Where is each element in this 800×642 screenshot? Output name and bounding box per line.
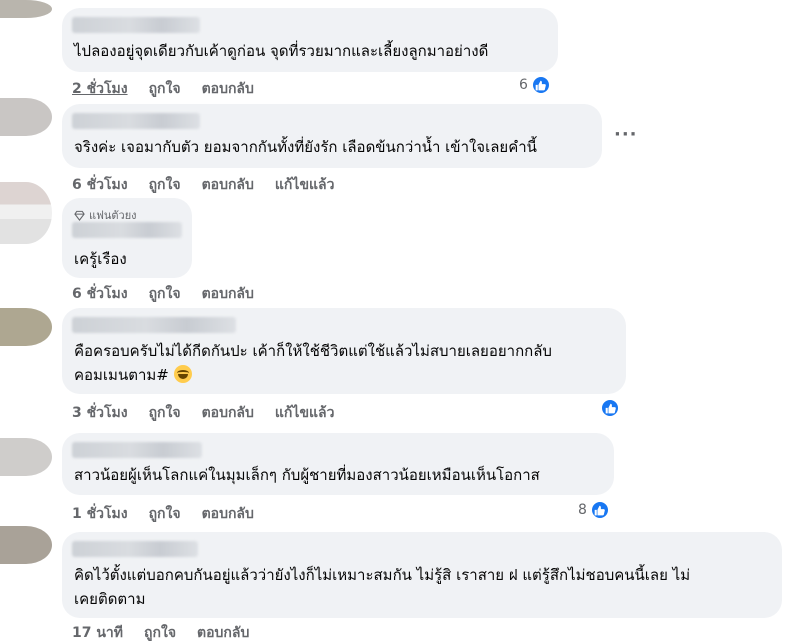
like-reaction-icon bbox=[600, 398, 620, 418]
comment-text: เคยติดตาม bbox=[74, 590, 146, 608]
like-action[interactable]: ถูกใจ bbox=[149, 174, 181, 196]
comment-text: คอมเมนตาม# bbox=[74, 364, 192, 387]
edited-label[interactable]: แก้ไขแล้ว bbox=[275, 174, 335, 196]
comment-bubble: จริงค่ะ เจอมากับตัว ยอมจากกันทั้งที่ยังร… bbox=[62, 104, 602, 168]
comment-text-line: คอมเมนตาม# bbox=[74, 366, 169, 384]
comment-text: คือครอบครับไม่ได้กีดกันปะ เค้าก็ให้ใช้ชี… bbox=[74, 342, 552, 360]
like-action[interactable]: ถูกใจ bbox=[144, 622, 176, 642]
reply-action[interactable]: ตอบกลับ bbox=[202, 174, 254, 196]
reaction-count-value: 8 bbox=[578, 502, 587, 518]
author-name-blurred[interactable] bbox=[72, 17, 200, 33]
diamond-icon bbox=[74, 210, 85, 221]
timestamp-link[interactable]: 17 นาที bbox=[72, 622, 123, 642]
comment-text: คิดไว้ตั้งแต่บอกคบกันอยู่แล้วว่ายังไงก็ไ… bbox=[74, 566, 691, 584]
timestamp-link[interactable]: 1 ชั่วโมง bbox=[72, 503, 128, 525]
avatar[interactable] bbox=[0, 526, 52, 564]
comment-text: เครู้เรือง bbox=[74, 250, 127, 268]
edited-label[interactable]: แก้ไขแล้ว bbox=[275, 402, 335, 424]
comment-actions: 6 ชั่วโมง ถูกใจ ตอบกลับ แก้ไขแล้ว bbox=[72, 174, 334, 196]
like-action[interactable]: ถูกใจ bbox=[149, 78, 181, 100]
like-action[interactable]: ถูกใจ bbox=[149, 503, 181, 525]
comment-actions: 2 ชั่วโมง ถูกใจ ตอบกลับ bbox=[72, 78, 254, 100]
author-name-blurred[interactable] bbox=[72, 317, 236, 333]
like-reaction-icon bbox=[530, 75, 551, 95]
reply-action[interactable]: ตอบกลับ bbox=[202, 503, 254, 525]
like-reaction-icon bbox=[589, 500, 610, 520]
reply-action[interactable]: ตอบกลับ bbox=[202, 402, 254, 424]
comment-text: ไปลองอยู่จุดเดียวกับเค้าดูก่อน จุดที่รวย… bbox=[74, 42, 489, 60]
like-action[interactable]: ถูกใจ bbox=[149, 402, 181, 424]
comment-actions: 1 ชั่วโมง ถูกใจ ตอบกลับ bbox=[72, 503, 254, 525]
reaction-count[interactable] bbox=[600, 398, 620, 418]
avatar[interactable] bbox=[0, 98, 52, 136]
reply-action[interactable]: ตอบกลับ bbox=[202, 78, 254, 100]
reaction-count-value: 6 bbox=[519, 77, 528, 93]
comment-actions: 17 นาที ถูกใจ ตอบกลับ bbox=[72, 622, 249, 642]
like-action[interactable]: ถูกใจ bbox=[149, 283, 181, 305]
comment-bubble: สาวน้อยผู้เห็นโลกแค่ในมุมเล็กๆ กับผู้ชาย… bbox=[62, 433, 614, 495]
avatar[interactable] bbox=[0, 438, 52, 476]
avatar[interactable] bbox=[0, 308, 52, 346]
avatar[interactable] bbox=[0, 182, 52, 244]
comment-bubble: คือครอบครับไม่ได้กีดกันปะ เค้าก็ให้ใช้ชี… bbox=[62, 308, 626, 394]
reply-action[interactable]: ตอบกลับ bbox=[202, 283, 254, 305]
reply-action[interactable]: ตอบกลับ bbox=[197, 622, 249, 642]
laughing-emoji-icon bbox=[173, 365, 192, 383]
author-name-blurred[interactable] bbox=[72, 541, 198, 557]
reaction-count[interactable]: 8 bbox=[578, 500, 610, 520]
comment-text: จริงค่ะ เจอมากับตัว ยอมจากกันทั้งที่ยังร… bbox=[74, 138, 537, 156]
comment-actions: 3 ชั่วโมง ถูกใจ ตอบกลับ แก้ไขแล้ว bbox=[72, 402, 334, 424]
comment-bubble: ไปลองอยู่จุดเดียวกับเค้าดูก่อน จุดที่รวย… bbox=[62, 8, 558, 72]
comment-bubble: คิดไว้ตั้งแต่บอกคบกันอยู่แล้วว่ายังไงก็ไ… bbox=[62, 532, 782, 618]
comment-bubble: แฟนตัวยง เครู้เรือง bbox=[62, 198, 192, 278]
timestamp-link[interactable]: 6 ชั่วโมง bbox=[72, 174, 128, 196]
avatar[interactable] bbox=[0, 0, 52, 18]
reaction-count[interactable]: 6 bbox=[519, 75, 551, 95]
author-name-blurred[interactable] bbox=[72, 113, 200, 129]
timestamp-link[interactable]: 6 ชั่วโมง bbox=[72, 283, 128, 305]
comment-text: สาวน้อยผู้เห็นโลกแค่ในมุมเล็กๆ กับผู้ชาย… bbox=[74, 466, 540, 484]
timestamp-link[interactable]: 2 ชั่วโมง bbox=[72, 78, 128, 100]
timestamp-link[interactable]: 3 ชั่วโมง bbox=[72, 402, 128, 424]
more-options-icon[interactable]: ··· bbox=[614, 124, 638, 145]
comment-actions: 6 ชั่วโมง ถูกใจ ตอบกลับ bbox=[72, 283, 254, 305]
author-name-blurred[interactable] bbox=[72, 222, 182, 238]
author-name-blurred[interactable] bbox=[72, 442, 202, 458]
